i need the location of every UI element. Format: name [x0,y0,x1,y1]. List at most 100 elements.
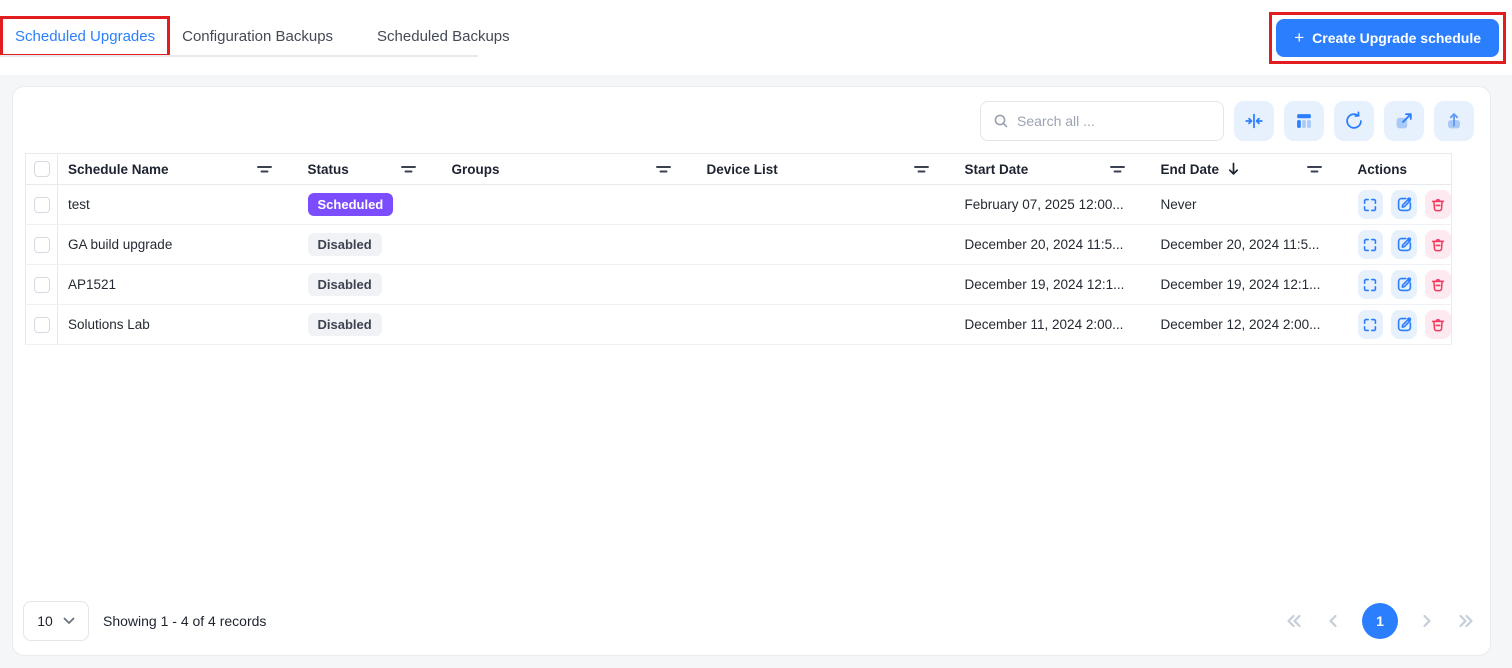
page-size-select[interactable]: 10 [23,601,89,641]
cell-start-date: February 07, 2025 12:00... [954,184,1151,225]
tab-bar: Scheduled Upgrades Configuration Backups… [0,16,522,57]
open-expanded-button[interactable] [1384,101,1424,141]
status-badge: Disabled [307,313,382,336]
status-badge: Scheduled [307,193,394,216]
trash-icon [1429,236,1447,254]
column-header-groups[interactable]: Groups [441,153,697,185]
create-upgrade-schedule-label: Create Upgrade schedule [1312,30,1481,46]
expand-row-button[interactable] [1357,230,1384,259]
double-chevron-left-icon [1284,612,1304,630]
export-icon [1443,110,1465,132]
sort-desc-icon[interactable] [1227,162,1240,176]
cell-end-date: Never [1150,184,1348,225]
refresh-icon [1343,110,1365,132]
trash-icon [1429,276,1447,294]
edit-icon [1395,235,1414,254]
column-header-schedule-name[interactable]: Schedule Name [57,153,298,185]
column-label: Status [307,161,349,177]
next-page-button[interactable] [1420,612,1434,630]
collapse-columns-button[interactable] [1234,101,1274,141]
row-checkbox[interactable] [33,236,50,253]
delete-row-button[interactable] [1425,230,1451,259]
expand-row-button[interactable] [1357,310,1384,339]
cell-start-date: December 11, 2024 2:00... [954,304,1151,345]
last-page-button[interactable] [1456,612,1476,630]
create-upgrade-schedule-button[interactable]: + Create Upgrade schedule [1276,19,1499,57]
column-header-device-list[interactable]: Device List [696,153,955,185]
cell-groups [441,264,697,305]
column-label: Start Date [964,161,1029,177]
edit-row-button[interactable] [1391,310,1418,339]
export-button[interactable] [1434,101,1474,141]
plus-icon: + [1294,28,1305,47]
search-icon [993,113,1009,129]
tab-configuration-backups[interactable]: Configuration Backups [170,19,345,54]
column-label: Groups [451,161,500,177]
column-header-status[interactable]: Status [297,153,442,185]
column-header-actions: Actions [1347,153,1452,185]
table-row: test Scheduled February 07, 2025 12:00..… [25,184,1452,225]
filter-icon[interactable] [256,163,272,175]
cell-start-date: December 20, 2024 11:5... [954,224,1151,265]
row-checkbox[interactable] [33,196,50,213]
chevron-left-icon [1326,612,1340,630]
manage-columns-icon [1293,110,1315,132]
edit-row-button[interactable] [1391,230,1418,259]
fullscreen-icon [1361,316,1379,334]
open-expanded-icon [1393,110,1415,132]
expand-row-button[interactable] [1357,190,1384,219]
delete-row-button[interactable] [1425,310,1451,339]
manage-columns-button[interactable] [1284,101,1324,141]
row-checkbox[interactable] [33,276,50,293]
search-input[interactable] [1017,113,1211,129]
tab-scheduled-backups[interactable]: Scheduled Backups [365,19,522,54]
cell-end-date: December 12, 2024 2:00... [1150,304,1348,345]
cell-end-date: December 20, 2024 11:5... [1150,224,1348,265]
filter-icon[interactable] [655,163,671,175]
column-header-start-date[interactable]: Start Date [954,153,1151,185]
cell-schedule-name: GA build upgrade [57,224,298,265]
filter-icon[interactable] [913,163,929,175]
refresh-button[interactable] [1334,101,1374,141]
chevron-right-icon [1420,612,1434,630]
filter-icon[interactable] [1306,163,1322,175]
cell-schedule-name: test [57,184,298,225]
edit-row-button[interactable] [1391,190,1418,219]
edit-icon [1395,275,1414,294]
fullscreen-icon [1361,236,1379,254]
delete-row-button[interactable] [1425,190,1451,219]
search-input-wrapper [980,101,1224,141]
edit-icon [1395,195,1414,214]
trash-icon [1429,316,1447,334]
page-size-value: 10 [37,613,53,629]
cell-schedule-name: Solutions Lab [57,304,298,345]
cell-device-list [696,224,955,265]
pagination-controls: 1 [1284,603,1476,639]
cell-groups [441,184,697,225]
filter-icon[interactable] [1109,163,1125,175]
filter-icon[interactable] [400,163,416,175]
cell-device-list [696,184,955,225]
cell-groups [441,224,697,265]
fullscreen-icon [1361,196,1379,214]
cell-device-list [696,264,955,305]
first-page-button[interactable] [1284,612,1304,630]
table-row: GA build upgrade Disabled December 20, 2… [25,224,1452,265]
edit-icon [1395,315,1414,334]
table-row: Solutions Lab Disabled December 11, 2024… [25,304,1452,345]
previous-page-button[interactable] [1326,612,1340,630]
table-header-row: Schedule Name Status Groups Device List [25,153,1452,185]
page-number-button[interactable]: 1 [1362,603,1398,639]
select-all-checkbox[interactable] [33,161,50,177]
table-wrapper: Schedule Name Status Groups Device List [25,153,1452,345]
cell-end-date: December 19, 2024 12:1... [1150,264,1348,305]
expand-row-button[interactable] [1357,270,1384,299]
column-header-end-date[interactable]: End Date [1150,153,1348,185]
row-checkbox[interactable] [33,316,50,333]
annotation-box-active-tab: Scheduled Upgrades [0,16,171,57]
delete-row-button[interactable] [1425,270,1451,299]
annotation-box-create-button: + Create Upgrade schedule [1269,12,1506,64]
edit-row-button[interactable] [1391,270,1418,299]
status-badge: Disabled [307,273,382,296]
tab-scheduled-upgrades[interactable]: Scheduled Upgrades [3,19,167,54]
